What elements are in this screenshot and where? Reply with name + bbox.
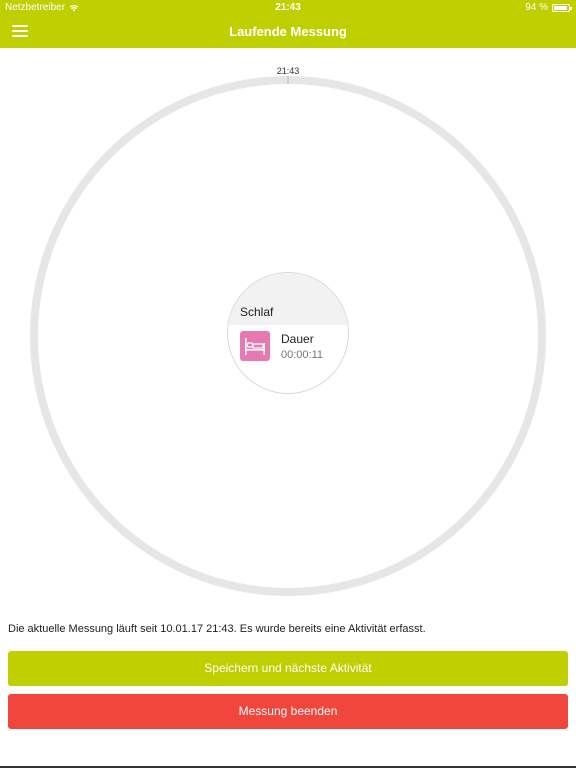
duration-value: 00:00:11 <box>281 349 324 361</box>
navigation-bar: Laufende Messung <box>0 16 576 48</box>
clock-start-tick <box>287 76 289 84</box>
battery-group: 94 % <box>525 2 572 13</box>
current-activity-card[interactable]: Schlaf Dauer 00:00:11 <box>227 272 349 394</box>
measurement-info-text: Die aktuelle Messung läuft seit 10.01.17… <box>8 623 426 635</box>
battery-icon <box>552 3 572 12</box>
bed-icon <box>240 331 270 361</box>
end-measurement-button[interactable]: Messung beenden <box>8 694 568 729</box>
clock-start-time: 21:43 <box>276 66 300 76</box>
status-time: 21:43 <box>275 2 301 13</box>
save-next-activity-button[interactable]: Speichern und nächste Aktivität <box>8 651 568 686</box>
duration-label: Dauer <box>281 332 314 346</box>
battery-percent: 94 % <box>525 2 548 13</box>
page-title: Laufende Messung <box>229 24 347 39</box>
activity-name: Schlaf <box>240 305 274 319</box>
status-bar: Netzbetreiber 21:43 94 % <box>0 0 576 16</box>
